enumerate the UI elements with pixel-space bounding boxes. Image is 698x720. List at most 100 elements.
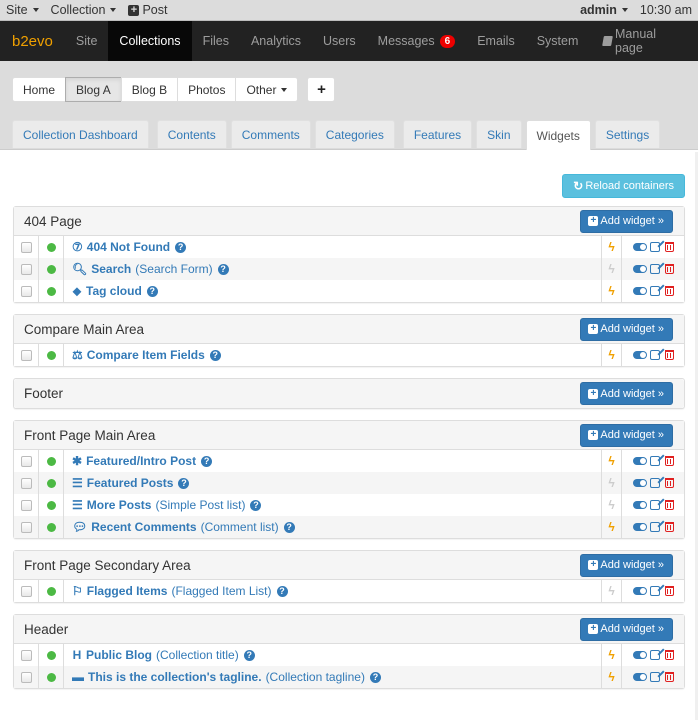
widget-select-checkbox[interactable] [20,263,32,275]
widget-select-checkbox[interactable] [20,349,32,361]
delete-icon[interactable] [664,350,674,360]
user-menu[interactable]: admin [580,3,628,17]
collection-photos[interactable]: Photos [177,77,237,102]
widget-name-link[interactable]: H Public Blog (Collection title)? [64,644,601,666]
nav-site[interactable]: Site [65,21,109,61]
nav-analytics[interactable]: Analytics [240,21,312,61]
cache-bolt-icon[interactable]: ϟ [601,472,622,494]
widget-select-checkbox[interactable] [20,455,32,467]
brand-logo[interactable]: b2evo [0,21,65,61]
widget-name-link[interactable]: ⚖ Compare Item Fields? [64,344,601,366]
widget-select-checkbox[interactable] [20,521,32,533]
delete-icon[interactable] [664,522,674,532]
toggle-enabled-icon[interactable] [632,587,647,595]
widget-select-checkbox[interactable] [20,649,32,661]
toggle-enabled-icon[interactable] [632,243,647,251]
edit-icon[interactable] [649,286,660,296]
nav-system[interactable]: System [526,21,590,61]
cache-bolt-icon[interactable]: ϟ [601,236,622,258]
delete-icon[interactable] [664,478,674,488]
add-widget-button[interactable]: + Add widget » [580,209,673,233]
toggle-enabled-icon[interactable] [632,523,647,531]
help-icon[interactable]: ? [201,455,213,467]
cache-bolt-icon[interactable]: ϟ [601,580,622,602]
edit-icon[interactable] [649,500,660,510]
widget-name-link[interactable]: ✱ Featured/Intro Post? [64,450,601,472]
tab-widgets[interactable]: Widgets [525,120,591,150]
widget-name-link[interactable]: ⚐ Flagged Items (Flagged Item List)? [64,580,601,602]
toggle-enabled-icon[interactable] [632,501,647,509]
widget-select-checkbox[interactable] [20,499,32,511]
help-icon[interactable]: ? [217,263,229,275]
toggle-enabled-icon[interactable] [632,479,647,487]
nav-collections[interactable]: Collections [108,21,192,61]
help-icon[interactable]: ? [178,477,190,489]
edit-icon[interactable] [649,242,660,252]
help-icon[interactable]: ? [369,671,381,683]
help-icon[interactable]: ? [283,521,295,533]
help-icon[interactable]: ? [175,241,187,253]
edit-icon[interactable] [649,456,660,466]
site-menu[interactable]: Site [6,3,39,17]
edit-icon[interactable] [649,672,660,682]
tab-categories[interactable]: Categories [314,120,395,148]
tab-comments[interactable]: Comments [230,120,311,148]
toggle-enabled-icon[interactable] [632,673,647,681]
tab-skin[interactable]: Skin [476,120,522,148]
tab-contents[interactable]: Contents [156,120,227,148]
add-collection-button[interactable]: + [307,77,336,102]
widget-name-link[interactable]: 💬︎ Recent Comments (Comment list)? [64,516,601,538]
delete-icon[interactable] [664,456,674,466]
nav-files[interactable]: Files [192,21,240,61]
add-widget-button[interactable]: + Add widget » [580,317,673,341]
add-widget-button[interactable]: + Add widget » [580,553,673,577]
reload-containers-button[interactable]: ↻ Reload containers [562,174,685,198]
add-widget-button[interactable]: + Add widget » [580,423,673,447]
collection-blog-a[interactable]: Blog A [65,77,122,102]
help-icon[interactable]: ? [276,585,288,597]
cache-bolt-icon[interactable]: ϟ [601,344,622,366]
edit-icon[interactable] [649,650,660,660]
widget-select-checkbox[interactable] [20,671,32,683]
cache-bolt-icon[interactable]: ϟ [601,450,622,472]
delete-icon[interactable] [664,242,674,252]
toggle-enabled-icon[interactable] [632,265,647,273]
add-widget-button[interactable]: + Add widget » [580,617,673,641]
tab-settings[interactable]: Settings [594,120,661,148]
nav-emails[interactable]: Emails [466,21,526,61]
help-icon[interactable]: ? [146,285,158,297]
cache-bolt-icon[interactable]: ϟ [601,494,622,516]
cache-bolt-icon[interactable]: ϟ [601,666,622,688]
nav-users[interactable]: Users [312,21,367,61]
collection-menu[interactable]: Collection [51,3,117,17]
collection-other-dropdown[interactable]: Other [235,77,299,102]
widget-name-link[interactable]: ⬥ Tag cloud? [64,280,601,302]
cache-bolt-icon[interactable]: ϟ [601,516,622,538]
edit-icon[interactable] [649,350,660,360]
nav-messages[interactable]: Messages 6 [367,21,467,61]
delete-icon[interactable] [664,650,674,660]
delete-icon[interactable] [664,500,674,510]
cache-bolt-icon[interactable]: ϟ [601,280,622,302]
help-icon[interactable]: ? [209,349,221,361]
delete-icon[interactable] [664,586,674,596]
toggle-enabled-icon[interactable] [632,351,647,359]
edit-icon[interactable] [649,264,660,274]
post-menu[interactable]: + Post [128,3,167,17]
help-icon[interactable]: ? [250,499,262,511]
widget-name-link[interactable]: ⑦ 404 Not Found? [64,236,601,258]
widget-select-checkbox[interactable] [20,585,32,597]
cache-bolt-icon[interactable]: ϟ [601,644,622,666]
toggle-enabled-icon[interactable] [632,651,647,659]
add-widget-button[interactable]: + Add widget » [580,382,673,405]
widget-name-link[interactable]: ☰ Featured Posts? [64,472,601,494]
widget-select-checkbox[interactable] [20,241,32,253]
toggle-enabled-icon[interactable] [632,457,647,465]
help-icon[interactable]: ? [243,649,255,661]
widget-select-checkbox[interactable] [20,285,32,297]
edit-icon[interactable] [649,522,660,532]
toggle-enabled-icon[interactable] [632,287,647,295]
widget-select-checkbox[interactable] [20,477,32,489]
collection-blog-b[interactable]: Blog B [120,77,179,102]
cache-bolt-icon[interactable]: ϟ [601,258,622,280]
